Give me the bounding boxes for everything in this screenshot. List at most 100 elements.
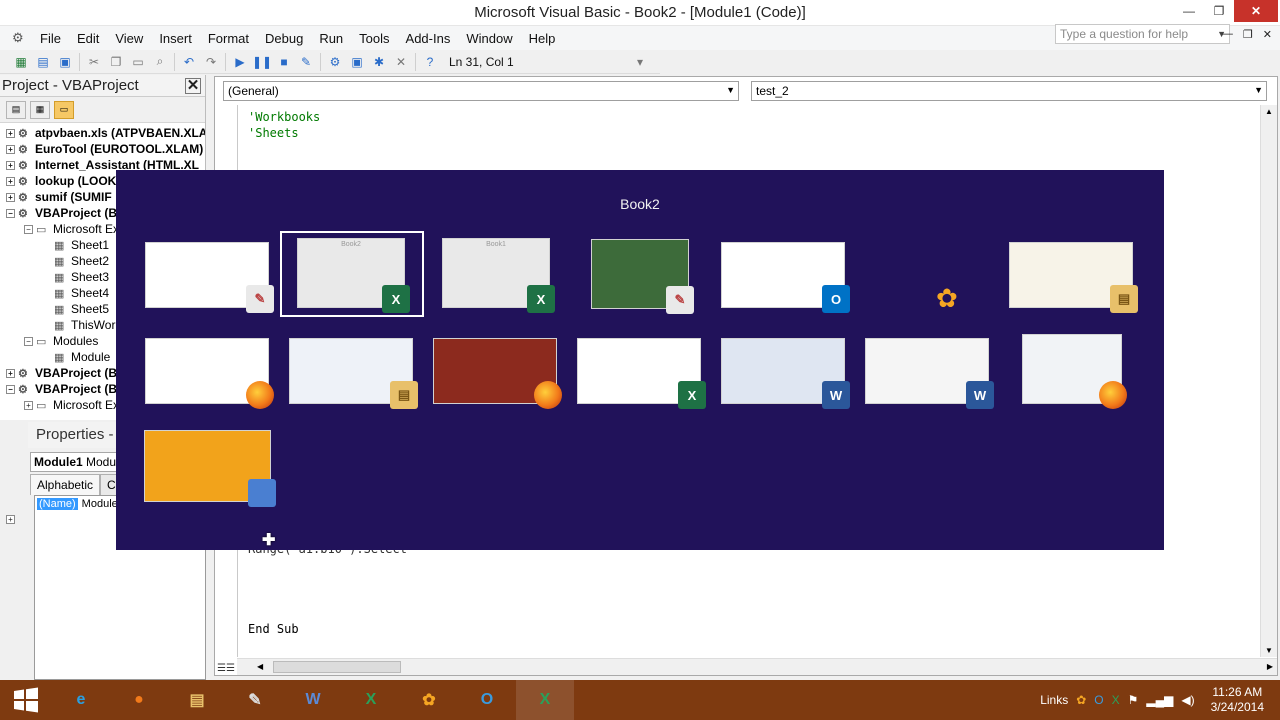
tray-excel-icon[interactable]: X bbox=[1112, 693, 1120, 707]
horizontal-scroll-thumb[interactable] bbox=[273, 661, 401, 673]
toolbox-icon[interactable]: ✕ bbox=[390, 52, 412, 72]
window-thumbnail[interactable] bbox=[145, 338, 274, 409]
project-explorer-close-button[interactable]: ✕ bbox=[185, 77, 201, 94]
design-mode-icon[interactable]: ✎ bbox=[295, 52, 317, 72]
expand-icon[interactable]: + bbox=[6, 128, 15, 138]
tray-notification-icon[interactable]: ⚑ bbox=[1128, 693, 1139, 707]
vertical-scrollbar[interactable]: ▲ ▼ bbox=[1260, 105, 1277, 657]
scroll-right-icon[interactable]: ▶ bbox=[1267, 662, 1273, 671]
clock[interactable]: 11:26 AM 3/24/2014 bbox=[1211, 685, 1264, 715]
tree-item[interactable]: + ⚙ EuroTool (EUROTOOL.XLAM) bbox=[0, 141, 205, 157]
window-thumbnail[interactable]: O bbox=[721, 242, 850, 313]
menu-file[interactable]: File bbox=[32, 31, 69, 46]
save-icon[interactable]: ▣ bbox=[54, 52, 76, 72]
window-thumbnail[interactable]: W bbox=[721, 338, 850, 409]
tab-alphabetic[interactable]: Alphabetic bbox=[30, 474, 101, 495]
collapse-icon[interactable]: − bbox=[24, 224, 33, 234]
start-button[interactable] bbox=[0, 680, 52, 720]
object-combo[interactable]: (General) ▼ bbox=[223, 81, 739, 101]
window-thumbnail[interactable]: ✎ bbox=[145, 242, 274, 313]
maximize-button[interactable]: ❐ bbox=[1204, 0, 1234, 22]
menu-window[interactable]: Window bbox=[458, 31, 520, 46]
window-thumbnail[interactable]: ▤ bbox=[289, 338, 418, 409]
menu-help[interactable]: Help bbox=[521, 31, 564, 46]
paint-icon[interactable]: ✎ bbox=[226, 680, 284, 720]
mdi-restore-button[interactable]: ❐ bbox=[1243, 28, 1253, 41]
expand-icon[interactable]: + bbox=[6, 160, 15, 170]
menu-insert[interactable]: Insert bbox=[151, 31, 200, 46]
code-line[interactable]: 'Sheets bbox=[248, 126, 299, 140]
tree-item[interactable]: + ⚙ atpvbaen.xls (ATPVBAEN.XLA bbox=[0, 125, 205, 141]
procedure-combo[interactable]: test_2 ▼ bbox=[751, 81, 1267, 101]
window-thumbnail[interactable] bbox=[1022, 334, 1127, 409]
collapse-icon[interactable]: − bbox=[6, 208, 15, 218]
undo-icon[interactable]: ↶ bbox=[178, 52, 200, 72]
tree-expander-icon[interactable]: + bbox=[6, 515, 15, 524]
run-icon[interactable]: ▶ bbox=[229, 52, 251, 72]
word-icon[interactable]: W bbox=[284, 680, 342, 720]
collapse-icon[interactable]: − bbox=[24, 336, 33, 346]
mdi-close-button[interactable]: ✕ bbox=[1263, 28, 1272, 41]
menu-view[interactable]: View bbox=[107, 31, 151, 46]
firefox-icon[interactable]: ● bbox=[110, 680, 168, 720]
expand-icon[interactable]: + bbox=[6, 192, 15, 202]
window-thumbnail[interactable] bbox=[144, 430, 276, 507]
mdi-minimize-button[interactable]: — bbox=[1222, 28, 1233, 41]
scroll-down-icon[interactable]: ▼ bbox=[1265, 646, 1273, 655]
menu-edit[interactable]: Edit bbox=[69, 31, 107, 46]
tray-flower-icon[interactable]: ✿ bbox=[1076, 693, 1086, 707]
view-object-icon[interactable]: ▦ bbox=[30, 100, 50, 119]
expand-icon[interactable]: + bbox=[24, 400, 33, 410]
tray-outlook-icon[interactable]: O bbox=[1094, 693, 1103, 707]
help-icon[interactable]: ? bbox=[419, 52, 441, 72]
code-line[interactable]: End Sub bbox=[248, 622, 299, 636]
cut-icon[interactable]: ✂ bbox=[83, 52, 105, 72]
project-explorer-icon[interactable]: ⚙ bbox=[324, 52, 346, 72]
toggle-folders-icon[interactable]: ▭ bbox=[54, 100, 74, 119]
chevron-down-icon[interactable]: ▼ bbox=[726, 85, 735, 95]
view-code-icon[interactable]: ▤ bbox=[6, 100, 26, 119]
insert-module-icon[interactable]: ▤ bbox=[32, 52, 54, 72]
object-browser-icon[interactable]: ✱ bbox=[368, 52, 390, 72]
flower-app-icon[interactable]: ✿ bbox=[400, 680, 458, 720]
close-button[interactable]: ✕ bbox=[1234, 0, 1278, 22]
window-thumbnail[interactable]: Book1 X bbox=[442, 238, 555, 313]
window-thumbnail[interactable]: ✎ bbox=[591, 239, 694, 314]
expand-icon[interactable]: + bbox=[6, 368, 15, 378]
view-toggle-icons[interactable]: ☰☰ bbox=[217, 663, 235, 674]
window-thumbnail[interactable]: X bbox=[577, 338, 706, 409]
paste-icon[interactable]: ▭ bbox=[127, 52, 149, 72]
minimize-button[interactable]: — bbox=[1174, 0, 1204, 22]
vba-app-icon[interactable]: ⚙ bbox=[12, 30, 32, 46]
scroll-up-icon[interactable]: ▲ bbox=[1265, 107, 1273, 116]
menu-add-ins[interactable]: Add-Ins bbox=[398, 31, 459, 46]
window-thumbnail[interactable]: W bbox=[865, 338, 994, 409]
tray-volume-icon[interactable]: ◀) bbox=[1181, 693, 1194, 707]
outlook-icon[interactable]: O bbox=[458, 680, 516, 720]
help-search-input[interactable]: Type a question for help bbox=[1055, 24, 1230, 44]
horizontal-scrollbar[interactable]: ◀ ▶ bbox=[237, 658, 1277, 675]
excel-icon[interactable]: X bbox=[342, 680, 400, 720]
toolbar-options-icon[interactable]: ▾ bbox=[629, 52, 651, 72]
properties-window-icon[interactable]: ▣ bbox=[346, 52, 368, 72]
menu-tools[interactable]: Tools bbox=[351, 31, 397, 46]
reset-icon[interactable]: ■ bbox=[273, 52, 295, 72]
copy-icon[interactable]: ❐ bbox=[105, 52, 127, 72]
chevron-down-icon[interactable]: ▼ bbox=[1254, 85, 1263, 95]
expand-icon[interactable]: + bbox=[6, 176, 15, 186]
menu-run[interactable]: Run bbox=[311, 31, 351, 46]
tray-network-icon[interactable]: ▂▄▆ bbox=[1146, 693, 1173, 707]
collapse-icon[interactable]: − bbox=[6, 384, 15, 394]
break-icon[interactable]: ❚❚ bbox=[251, 52, 273, 72]
excel-active-icon[interactable]: X bbox=[516, 680, 574, 720]
window-thumbnail[interactable] bbox=[433, 338, 562, 409]
redo-icon[interactable]: ↷ bbox=[200, 52, 222, 72]
scroll-left-icon[interactable]: ◀ bbox=[257, 662, 263, 671]
file-explorer-icon[interactable]: ▤ bbox=[168, 680, 226, 720]
flower-app-icon[interactable]: ✿ bbox=[936, 283, 958, 314]
code-line[interactable]: 'Workbooks bbox=[248, 110, 320, 124]
window-thumbnail[interactable]: ▤ bbox=[1009, 242, 1138, 313]
find-icon[interactable]: ⌕ bbox=[149, 52, 171, 72]
view-excel-icon[interactable]: ▦ bbox=[10, 52, 32, 72]
expand-icon[interactable]: + bbox=[6, 144, 15, 154]
